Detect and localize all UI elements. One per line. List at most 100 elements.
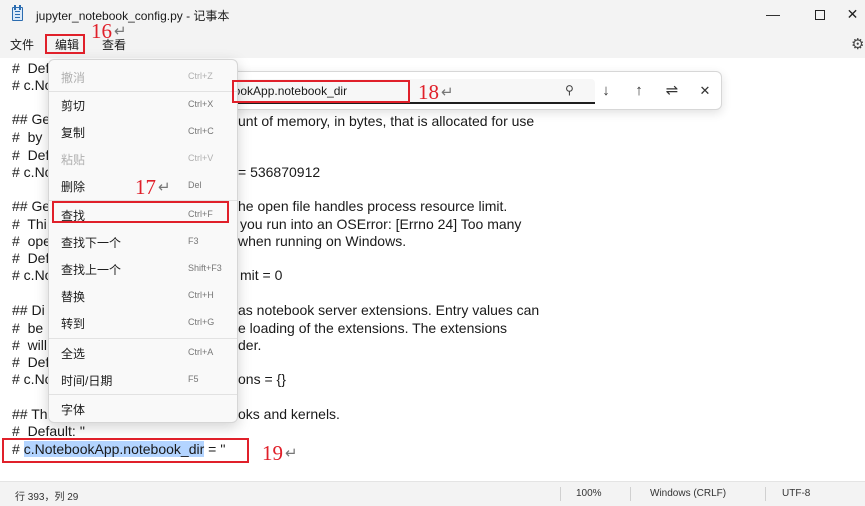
menu-item-shortcut: F5 [188, 374, 199, 384]
code-line: # ope [12, 233, 51, 249]
zoom-level: 100% [576, 488, 602, 499]
callout-number: 19 [262, 441, 283, 465]
menu-item-copy[interactable]: 复制 Ctrl+C [53, 119, 233, 144]
status-divider [630, 487, 631, 501]
menu-item-label: 转到 [61, 317, 86, 331]
code-line: # Def [12, 147, 50, 163]
menu-item-label: 替换 [61, 290, 86, 304]
status-bar: 行 393，列 29 100% Windows (CRLF) UTF-8 [0, 481, 865, 506]
menu-item-time-date[interactable]: 时间/日期 F5 [53, 367, 233, 392]
code-line: # by [12, 129, 43, 145]
code-line-fragment: mit = 0 [240, 267, 283, 283]
callout-number: 18 [418, 80, 439, 104]
code-line: # c.No [12, 267, 53, 283]
status-divider [560, 487, 561, 501]
menu-item-shortcut: Ctrl+V [188, 153, 214, 163]
cursor-position: 行 393，列 29 [15, 492, 79, 503]
close-button[interactable]: ✕ [840, 0, 865, 30]
menu-item-undo[interactable]: 撤消 Ctrl+Z [53, 64, 233, 89]
menu-item-label: 删除 [61, 180, 86, 194]
find-previous-button[interactable]: ↑ [627, 80, 651, 102]
menu-item-shortcut: Del [188, 180, 202, 190]
menu-item-label: 全选 [61, 347, 86, 361]
search-icon[interactable]: ⚲ [565, 83, 574, 97]
code-line: # will [12, 337, 48, 353]
status-divider [765, 487, 766, 501]
menu-item-label: 复制 [61, 126, 86, 140]
menu-item-goto[interactable]: 转到 Ctrl+G [53, 310, 233, 335]
menu-item-shortcut: Ctrl+Z [188, 71, 213, 81]
callout-box-find-input [232, 80, 410, 103]
code-line-fragment: e loading of the extensions. The extensi… [238, 320, 508, 336]
code-line: # c.No [12, 371, 53, 387]
minimize-icon: — [766, 6, 780, 22]
code-line-fragment: der. [238, 337, 262, 353]
menu-item-shortcut: Ctrl+A [188, 347, 214, 357]
code-line: ## Th [12, 406, 48, 422]
title-bar: jupyter_notebook_config.py - 记事本 — ✕ [0, 0, 865, 30]
notepad-icon [12, 5, 23, 21]
menu-item-shortcut: Ctrl+C [188, 126, 214, 136]
code-line-fragment: when running on Windows. [238, 233, 407, 249]
minimize-button[interactable]: — [750, 0, 796, 30]
menu-item-shortcut: F3 [188, 236, 199, 246]
menu-item-label: 粘贴 [61, 153, 86, 167]
code-line: ## Ge [12, 198, 51, 214]
code-line: ## Di [12, 302, 45, 318]
find-options-button[interactable]: ⇌ [660, 80, 684, 102]
close-icon: ✕ [846, 6, 859, 22]
code-line-fragment: ons = {} [238, 371, 286, 387]
maximize-button[interactable] [797, 0, 843, 30]
menu-item-label: 字体 [61, 403, 86, 417]
return-arrow-icon: ↵ [114, 23, 127, 40]
callout-box-result-line [2, 438, 249, 463]
menu-item-label: 时间/日期 [61, 374, 113, 388]
callout-number: 16 [91, 19, 112, 43]
menu-item-label: 查找上一个 [61, 263, 122, 277]
menu-item-shortcut: Ctrl+H [188, 290, 214, 300]
callout-number: 17 [135, 175, 156, 199]
menu-file[interactable]: 文件 [10, 36, 34, 53]
menu-item-find-previous[interactable]: 查找上一个 Shift+F3 [53, 256, 233, 281]
menu-item-font[interactable]: 字体 [53, 396, 233, 421]
return-arrow-icon: ↵ [285, 445, 298, 462]
return-arrow-icon: ↵ [158, 179, 171, 196]
menu-divider [49, 394, 237, 395]
code-line: # Default: '' [12, 423, 86, 439]
code-line: # be [12, 320, 44, 336]
code-line: # c.No [12, 77, 53, 93]
menu-item-label: 查找下一个 [61, 236, 122, 250]
find-next-button[interactable]: ↓ [594, 80, 618, 102]
code-line-fragment: he open file handles process resource li… [238, 198, 508, 214]
callout-box-edit-menu [45, 34, 85, 54]
menu-item-shortcut: Ctrl+G [188, 317, 215, 327]
window-title: jupyter_notebook_config.py - 记事本 [36, 9, 230, 23]
code-line: # Thi [12, 216, 47, 232]
menu-item-label: 剪切 [61, 99, 86, 113]
maximize-icon [815, 10, 825, 20]
callout-box-find-item [52, 201, 229, 223]
menu-item-cut[interactable]: 剪切 Ctrl+X [53, 92, 233, 117]
menu-divider [49, 338, 237, 339]
gear-icon[interactable]: ⚙ [851, 35, 864, 53]
menu-item-find-next[interactable]: 查找下一个 F3 [53, 229, 233, 254]
menu-item-replace[interactable]: 替换 Ctrl+H [53, 283, 233, 308]
code-line: # Def [12, 354, 50, 370]
menu-item-shortcut: Shift+F3 [188, 263, 222, 273]
menu-item-paste[interactable]: 粘贴 Ctrl+V [53, 146, 233, 171]
code-line-fragment: as notebook server extensions. Entry val… [238, 302, 540, 318]
return-arrow-icon: ↵ [441, 84, 454, 101]
code-line-fragment: you run into an OSError: [Errno 24] Too … [240, 216, 522, 232]
code-line: # Def [12, 250, 50, 266]
find-close-button[interactable]: ✕ [693, 80, 717, 102]
encoding: UTF-8 [782, 488, 811, 499]
menu-item-label: 撤消 [61, 71, 86, 85]
edit-menu: 撤消 Ctrl+Z 剪切 Ctrl+X 复制 Ctrl+C 粘贴 Ctrl+V 删除 De… [48, 59, 238, 423]
menu-item-shortcut: Ctrl+X [188, 99, 214, 109]
code-line-fragment: unt of memory, in bytes, that is allocat… [238, 113, 535, 129]
code-line: ## Ge [12, 111, 51, 127]
line-ending: Windows (CRLF) [650, 488, 727, 499]
code-line-fragment: = 536870912 [238, 164, 321, 180]
menu-item-select-all[interactable]: 全选 Ctrl+A [53, 340, 233, 365]
code-line: # c.No [12, 164, 53, 180]
